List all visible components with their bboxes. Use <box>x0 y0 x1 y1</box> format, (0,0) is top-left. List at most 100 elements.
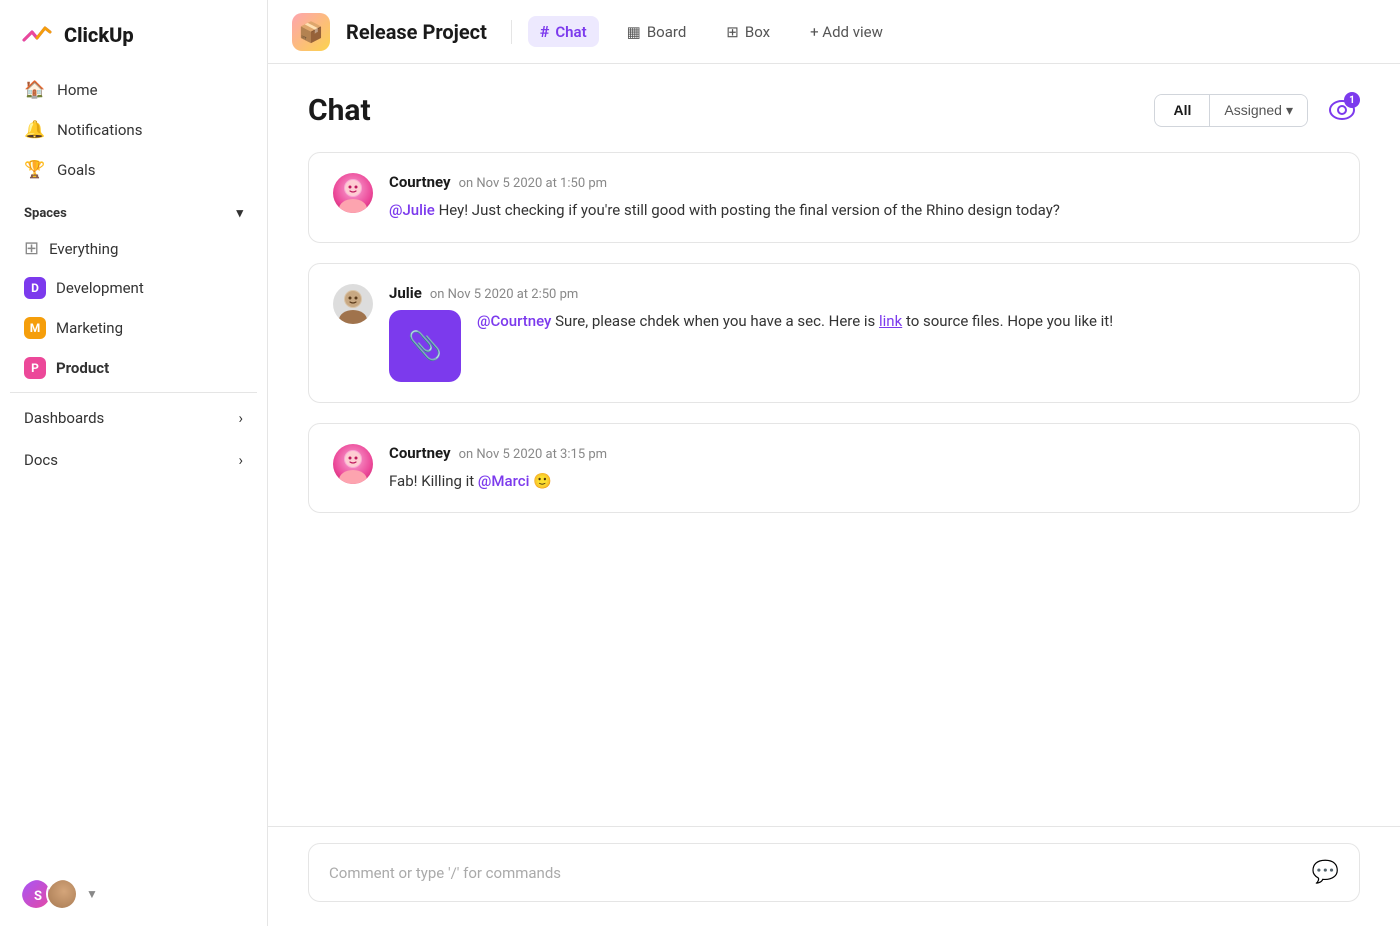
comment-input-wrap[interactable]: Comment or type '/' for commands 💬 <box>308 843 1360 902</box>
messages-list: Courtney on Nov 5 2020 at 1:50 pm @Julie… <box>308 152 1360 826</box>
docs-label: Docs <box>24 451 58 469</box>
filter-all-button[interactable]: All <box>1155 95 1209 125</box>
message-author-3: Courtney <box>389 444 451 462</box>
marketing-badge: M <box>24 317 46 339</box>
filter-group: All Assigned ▾ <box>1154 94 1308 127</box>
chat-content: Chat All Assigned ▾ 1 <box>268 64 1400 826</box>
chat-title: Chat <box>308 93 371 128</box>
sidebar-item-notifications[interactable]: 🔔 Notifications <box>10 110 257 150</box>
add-view-button[interactable]: + Add view <box>798 17 895 47</box>
trophy-icon: 🏆 <box>24 160 45 180</box>
avatar-user2 <box>46 878 78 910</box>
sidebar-item-dashboards[interactable]: Dashboards › <box>10 397 257 439</box>
product-badge: P <box>24 357 46 379</box>
courtney-avatar-img <box>333 173 373 213</box>
sidebar-bottom: S ▼ <box>0 862 267 926</box>
logo-text: ClickUp <box>64 23 134 47</box>
project-icon: 📦 <box>292 13 330 51</box>
tab-chat[interactable]: # Chat <box>528 16 599 47</box>
message-meta-1: Courtney on Nov 5 2020 at 1:50 pm <box>389 173 1335 191</box>
julie-avatar <box>333 284 373 324</box>
sidebar-item-development[interactable]: D Development <box>10 268 257 308</box>
board-icon: ▦ <box>627 23 641 41</box>
tab-board[interactable]: ▦ Board <box>615 17 699 47</box>
julie-avatar-img <box>333 284 373 324</box>
logo-area[interactable]: ClickUp <box>0 0 267 70</box>
comment-placeholder: Comment or type '/' for commands <box>329 864 561 882</box>
sidebar-item-everything[interactable]: ⊞ Everything <box>10 229 257 268</box>
chevron-down-icon: ▾ <box>236 206 243 221</box>
message-body-3: Courtney on Nov 5 2020 at 3:15 pm Fab! K… <box>389 444 1335 493</box>
chat-header: Chat All Assigned ▾ 1 <box>308 92 1360 128</box>
message-emoji-3: 🙂 <box>533 472 552 490</box>
chevron-right-icon: › <box>238 409 243 427</box>
message-meta-2: Julie on Nov 5 2020 at 2:50 pm <box>389 284 1335 302</box>
mention-julie[interactable]: @Julie <box>389 201 435 219</box>
tab-box[interactable]: ⊞ Box <box>714 17 782 47</box>
sidebar-item-marketing[interactable]: M Marketing <box>10 308 257 348</box>
message-meta-3: Courtney on Nov 5 2020 at 3:15 pm <box>389 444 1335 462</box>
box-icon: ⊞ <box>726 23 739 41</box>
user-avatars[interactable]: S <box>20 878 78 910</box>
message-text-1: @Julie Hey! Just checking if you're stil… <box>389 199 1335 222</box>
dashboards-label: Dashboards <box>24 409 104 427</box>
watch-count-badge: 1 <box>1344 92 1360 108</box>
message-link[interactable]: link <box>879 312 902 330</box>
comment-box: Comment or type '/' for commands 💬 <box>268 826 1400 926</box>
filter-chevron-icon: ▾ <box>1286 102 1293 119</box>
message-content-2a: Sure, please chdek when you have a sec. … <box>555 312 879 330</box>
attachment-block: 📎 @Courtney Sure, please chdek when you … <box>389 310 1335 382</box>
message-content-2b: to source files. Hope you like it! <box>906 312 1113 330</box>
message-author-2: Julie <box>389 284 422 302</box>
spaces-label: Spaces <box>24 206 67 221</box>
topbar-divider <box>511 20 512 44</box>
home-icon: 🏠 <box>24 80 45 100</box>
courtney-avatar-1 <box>333 173 373 213</box>
watch-button[interactable]: 1 <box>1324 92 1360 128</box>
sidebar: ClickUp 🏠 Home 🔔 Notifications 🏆 Goals S… <box>0 0 268 926</box>
clickup-logo-icon <box>20 18 54 52</box>
tab-board-label: Board <box>647 23 686 41</box>
attachment-icon[interactable]: 📎 <box>389 310 461 382</box>
message-card-1: Courtney on Nov 5 2020 at 1:50 pm @Julie… <box>308 152 1360 243</box>
tab-chat-label: Chat <box>555 23 586 41</box>
message-time-1: on Nov 5 2020 at 1:50 pm <box>459 176 607 191</box>
message-content-1: Hey! Just checking if you're still good … <box>439 201 1060 219</box>
sidebar-item-docs[interactable]: Docs › <box>10 439 257 481</box>
sidebar-nav: 🏠 Home 🔔 Notifications 🏆 Goals Spaces ▾ … <box>0 70 267 481</box>
topbar: 📦 Release Project # Chat ▦ Board ⊞ Box +… <box>268 0 1400 64</box>
mention-courtney[interactable]: @Courtney <box>477 312 551 330</box>
tab-box-label: Box <box>745 23 770 41</box>
sidebar-item-everything-label: Everything <box>49 240 118 258</box>
main-content: 📦 Release Project # Chat ▦ Board ⊞ Box +… <box>268 0 1400 926</box>
chat-bubble-icon: 💬 <box>1312 860 1339 885</box>
bell-icon: 🔔 <box>24 120 45 140</box>
courtney-avatar-2 <box>333 444 373 484</box>
hash-icon: # <box>540 22 549 41</box>
sidebar-item-product[interactable]: P Product <box>10 348 257 388</box>
spaces-section-header[interactable]: Spaces ▾ <box>10 190 257 229</box>
assigned-label: Assigned <box>1224 102 1282 118</box>
grid-icon: ⊞ <box>24 238 39 259</box>
project-title: Release Project <box>346 20 487 44</box>
sidebar-item-home[interactable]: 🏠 Home <box>10 70 257 110</box>
development-badge: D <box>24 277 46 299</box>
sidebar-item-development-label: Development <box>56 279 144 297</box>
message-time-3: on Nov 5 2020 at 3:15 pm <box>459 447 607 462</box>
message-card-3: Courtney on Nov 5 2020 at 3:15 pm Fab! K… <box>308 423 1360 514</box>
users-chevron-icon: ▼ <box>86 887 98 901</box>
message-text-2: @Courtney Sure, please chdek when you ha… <box>477 310 1113 333</box>
add-view-label: + Add view <box>810 23 883 41</box>
sidebar-item-notifications-label: Notifications <box>57 121 142 139</box>
message-author-1: Courtney <box>389 173 451 191</box>
sidebar-item-marketing-label: Marketing <box>56 319 123 337</box>
filter-assigned-button[interactable]: Assigned ▾ <box>1209 95 1307 126</box>
sidebar-item-goals[interactable]: 🏆 Goals <box>10 150 257 190</box>
message-body-2: Julie on Nov 5 2020 at 2:50 pm 📎 @Courtn… <box>389 284 1335 382</box>
sidebar-item-home-label: Home <box>57 81 97 99</box>
message-card-2: Julie on Nov 5 2020 at 2:50 pm 📎 @Courtn… <box>308 263 1360 403</box>
chevron-right-icon: › <box>238 451 243 469</box>
sidebar-item-product-label: Product <box>56 359 109 377</box>
mention-marci[interactable]: @Marci <box>478 472 529 490</box>
message-time-2: on Nov 5 2020 at 2:50 pm <box>430 287 578 302</box>
